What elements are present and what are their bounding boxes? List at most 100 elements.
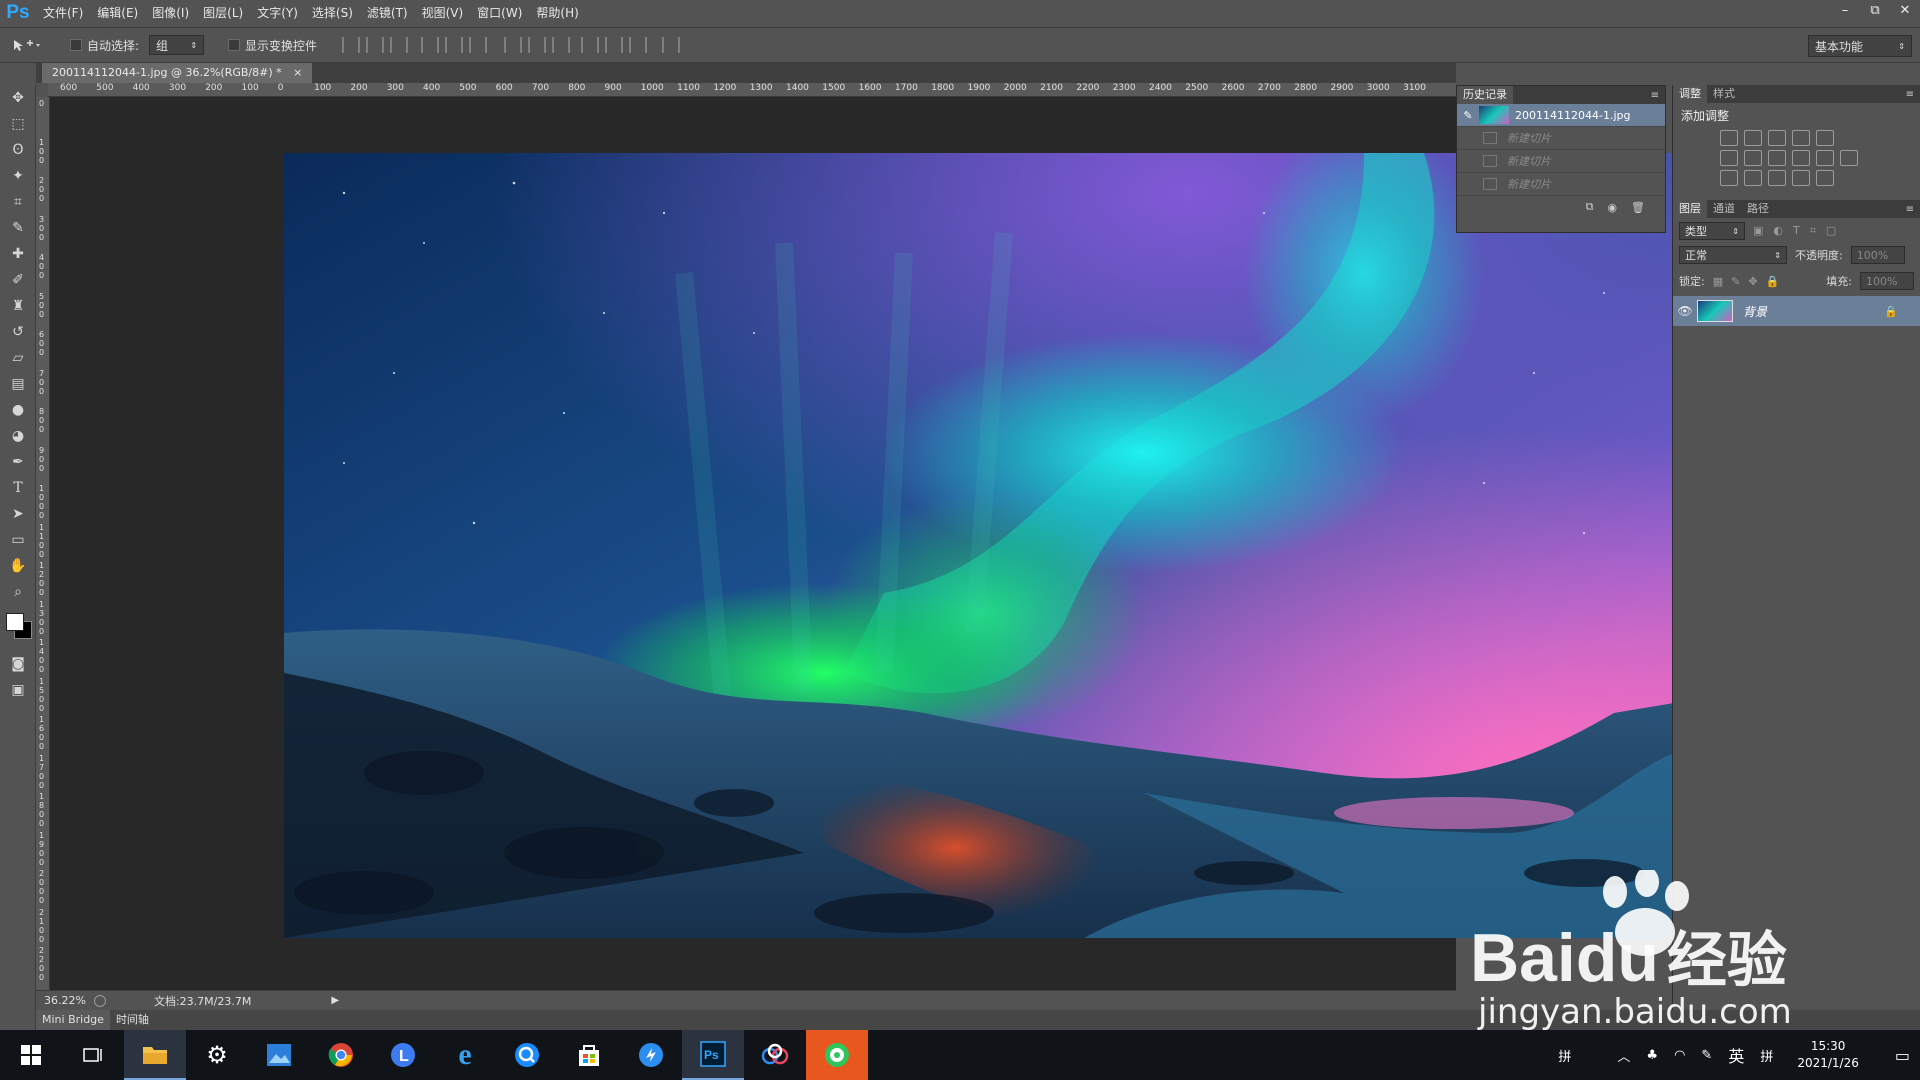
brush-tool-icon[interactable]: ✐: [0, 267, 36, 293]
auto-select-dropdown[interactable]: 组 ⇕: [149, 35, 205, 55]
align-vcenter-icon[interactable]: [366, 37, 385, 53]
type-tool-icon[interactable]: T: [0, 475, 36, 501]
close-tab-icon[interactable]: ×: [293, 66, 302, 79]
magic-wand-tool-icon[interactable]: ✦: [0, 163, 36, 189]
distribute-left-icon[interactable]: [581, 37, 600, 53]
opacity-field[interactable]: 100%: [1850, 246, 1905, 264]
eyedropper-tool-icon[interactable]: ✎: [0, 215, 36, 241]
gradient-tool-icon[interactable]: ▤: [0, 371, 36, 397]
chat-app-button[interactable]: [806, 1030, 868, 1080]
blend-mode-dropdown[interactable]: 正常 ⇕: [1679, 246, 1787, 264]
path-selection-tool-icon[interactable]: ➤: [0, 501, 36, 527]
show-hidden-icons-chevron-up-icon[interactable]: ︿: [1617, 1046, 1630, 1065]
swift-app-button[interactable]: [620, 1030, 682, 1080]
color-lookup-icon[interactable]: [1840, 150, 1858, 166]
chrome-button[interactable]: [310, 1030, 372, 1080]
photo-filter-icon[interactable]: [1792, 150, 1810, 166]
status-menu-arrow-icon[interactable]: ▶: [331, 995, 339, 1006]
menu-help[interactable]: 帮助(H): [529, 0, 585, 26]
history-brush-tool-icon[interactable]: ↺: [0, 319, 36, 345]
show-transform-checkbox[interactable]: [228, 39, 241, 51]
restore-button[interactable]: ⧉: [1860, 0, 1890, 20]
layer-filter-icons[interactable]: ▣◐T⌗▢: [1753, 224, 1846, 238]
align-hcenter-icon[interactable]: [445, 37, 464, 53]
ime-pinyin-button[interactable]: 拼: [1760, 1046, 1773, 1065]
tab-timeline[interactable]: 时间轴: [110, 1010, 155, 1030]
layer-filter-dropdown[interactable]: 类型 ⇕: [1679, 222, 1745, 240]
menu-layer[interactable]: 图层(L): [196, 0, 250, 26]
move-tool-icon[interactable]: ✥: [0, 85, 36, 111]
minimize-button[interactable]: –: [1830, 0, 1860, 20]
photoshop-taskbar-button[interactable]: Ps: [682, 1030, 744, 1080]
move-tool-preset-picker[interactable]: [0, 37, 52, 53]
blur-tool-icon[interactable]: ●: [0, 397, 36, 423]
close-button[interactable]: ✕: [1890, 0, 1920, 20]
qq-penguin-icon[interactable]: ♣: [1646, 1048, 1658, 1063]
baidu-netdisk-button[interactable]: [744, 1030, 806, 1080]
tab-paths[interactable]: 路径: [1741, 200, 1775, 218]
auto-select-checkbox[interactable]: [70, 39, 82, 51]
zoom-tool-icon[interactable]: ⌕: [0, 579, 36, 605]
selective-color-icon[interactable]: [1792, 170, 1810, 186]
tab-history[interactable]: 历史记录: [1457, 86, 1513, 104]
crop-tool-icon[interactable]: ⌗: [0, 189, 36, 215]
pen-icon[interactable]: ✎: [1701, 1048, 1712, 1063]
search-app-button[interactable]: [496, 1030, 558, 1080]
shape-tool-icon[interactable]: ▭: [0, 527, 36, 553]
history-step[interactable]: 新建切片: [1457, 173, 1665, 196]
tab-mini-bridge[interactable]: Mini Bridge: [36, 1010, 110, 1030]
zoom-level[interactable]: 36.22%: [44, 994, 86, 1007]
marquee-tool-icon[interactable]: ⬚: [0, 111, 36, 137]
menu-type[interactable]: 文字(Y): [250, 0, 305, 26]
app-l-button[interactable]: L: [372, 1030, 434, 1080]
history-step[interactable]: 新建切片: [1457, 127, 1665, 150]
history-snapshot[interactable]: ✎ 200114112044-1.jpg: [1457, 104, 1665, 127]
color-balance-icon[interactable]: [1744, 150, 1762, 166]
menu-select[interactable]: 选择(S): [305, 0, 360, 26]
align-left-icon[interactable]: [421, 37, 440, 53]
gradient-map-icon[interactable]: [1816, 170, 1834, 186]
history-step[interactable]: 新建切片: [1457, 150, 1665, 173]
document-tab[interactable]: 200114112044-1.jpg @ 36.2%(RGB/8#) * ×: [42, 63, 313, 83]
workspace-switcher[interactable]: 基本功能 ⇕: [1808, 35, 1912, 57]
exposure-icon[interactable]: [1792, 130, 1810, 146]
distribute-hcenter-icon[interactable]: [605, 37, 624, 53]
threshold-icon[interactable]: [1768, 170, 1786, 186]
auto-align-icon[interactable]: [662, 37, 681, 53]
menu-image[interactable]: 图像(I): [145, 0, 196, 26]
distribute-vcenter-icon[interactable]: [528, 37, 547, 53]
screen-mode-icon[interactable]: ▣: [0, 677, 36, 703]
brightness-icon[interactable]: [1720, 130, 1738, 146]
lock-icons[interactable]: ▦✎✥🔒: [1713, 275, 1788, 288]
new-document-from-state-icon[interactable]: ⧉: [1586, 200, 1594, 214]
snapshot-camera-icon[interactable]: ◉: [1607, 201, 1617, 214]
tab-adjustments[interactable]: 调整: [1673, 85, 1707, 103]
lasso-tool-icon[interactable]: ʘ: [0, 137, 36, 163]
menu-edit[interactable]: 编辑(E): [90, 0, 145, 26]
ime-mode-button[interactable]: 拼: [1558, 1046, 1571, 1065]
dodge-tool-icon[interactable]: ◕: [0, 423, 36, 449]
visibility-eye-icon[interactable]: 👁: [1673, 304, 1697, 318]
distribute-bottom-icon[interactable]: [552, 37, 571, 53]
distribute-right-icon[interactable]: [629, 37, 648, 53]
menu-file[interactable]: 文件(F): [36, 0, 90, 26]
status-info-icon[interactable]: [93, 994, 106, 1007]
quick-mask-icon[interactable]: ◙: [0, 651, 36, 677]
menu-view[interactable]: 视图(V): [415, 0, 471, 26]
document-canvas-image[interactable]: [284, 153, 1674, 938]
pen-tool-icon[interactable]: ✒: [0, 449, 36, 475]
panel-menu-icon[interactable]: ≡: [1906, 89, 1914, 100]
channel-mixer-icon[interactable]: [1816, 150, 1834, 166]
foreground-color-swatch[interactable]: [6, 613, 24, 631]
panel-menu-icon[interactable]: ≡: [1651, 90, 1659, 101]
tab-layers[interactable]: 图层: [1673, 200, 1707, 218]
windows-start-button[interactable]: [0, 1030, 62, 1080]
menu-window[interactable]: 窗口(W): [470, 0, 529, 26]
notification-center-icon[interactable]: ▭: [1895, 1046, 1910, 1065]
align-bottom-icon[interactable]: [390, 37, 409, 53]
healing-brush-tool-icon[interactable]: ✚: [0, 241, 36, 267]
black-white-icon[interactable]: [1768, 150, 1786, 166]
menu-filter[interactable]: 滤镜(T): [360, 0, 415, 26]
hand-tool-icon[interactable]: ✋: [0, 553, 36, 579]
eraser-tool-icon[interactable]: ▱: [0, 345, 36, 371]
